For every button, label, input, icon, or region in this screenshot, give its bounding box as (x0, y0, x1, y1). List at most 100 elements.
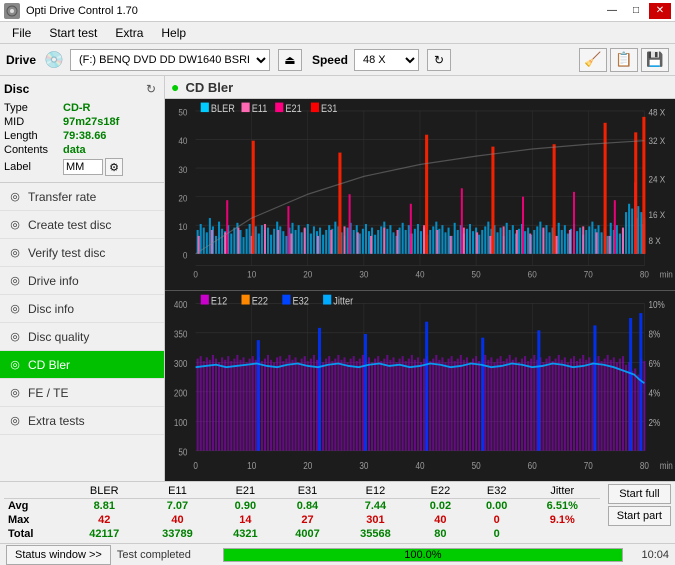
stat-max-e12: 301 (339, 513, 413, 527)
disc-refresh-button[interactable]: ↻ (142, 80, 160, 98)
stat-total-e12: 35568 (339, 527, 413, 541)
sidebar-menu: ◎ Transfer rate ◎ Create test disc ◎ Ver… (0, 183, 164, 435)
sidebar-item-label: Drive info (28, 274, 79, 288)
sidebar-item-disc-quality[interactable]: ◎ Disc quality (0, 323, 164, 351)
svg-text:100: 100 (174, 417, 188, 428)
menu-file[interactable]: File (4, 24, 39, 42)
sidebar-item-label: Verify test disc (28, 246, 105, 260)
sidebar-item-label: Disc quality (28, 330, 89, 344)
stat-max-e21: 14 (214, 513, 276, 527)
drive-select[interactable]: (F:) BENQ DVD DD DW1640 BSRB (70, 49, 270, 71)
erase-button[interactable]: 🧹 (579, 48, 607, 72)
sidebar-item-label: CD Bler (28, 358, 70, 372)
length-label: Length (4, 130, 59, 142)
stat-col-e11: E11 (141, 484, 215, 499)
sidebar-item-create-test-disc[interactable]: ◎ Create test disc (0, 211, 164, 239)
chart-header: ● CD Bler (165, 76, 675, 99)
svg-text:30: 30 (359, 269, 368, 280)
sidebar-item-label: Extra tests (28, 414, 85, 428)
svg-text:50: 50 (178, 446, 187, 457)
stats-bar: BLER E11 E21 E31 E12 E22 E32 Jitter Avg … (0, 481, 675, 543)
sidebar-item-transfer-rate[interactable]: ◎ Transfer rate (0, 183, 164, 211)
svg-text:20: 20 (178, 193, 187, 204)
disc-title: Disc (4, 82, 29, 96)
sidebar-item-label: Create test disc (28, 218, 111, 232)
svg-text:10%: 10% (648, 299, 664, 310)
stat-label-total: Total (4, 527, 68, 541)
label-input[interactable] (63, 159, 103, 175)
mid-label: MID (4, 116, 59, 128)
stat-avg-e32: 0.00 (469, 499, 525, 514)
minimize-button[interactable]: — (601, 3, 623, 19)
titlebar: Opti Drive Control 1.70 — □ ✕ (0, 0, 675, 22)
stat-col-bler: BLER (68, 484, 141, 499)
content-area: ● CD Bler (165, 76, 675, 481)
svg-text:80: 80 (640, 460, 649, 471)
stat-col-e32: E32 (469, 484, 525, 499)
eject-button[interactable]: ⏏ (278, 49, 302, 71)
svg-text:48 X: 48 X (648, 107, 665, 118)
save-button[interactable]: 💾 (641, 48, 669, 72)
start-part-button[interactable]: Start part (608, 506, 671, 526)
svg-text:24 X: 24 X (648, 174, 665, 185)
svg-text:70: 70 (584, 460, 593, 471)
stat-total-e21: 4321 (214, 527, 276, 541)
type-label: Type (4, 102, 59, 114)
refresh-speed-button[interactable]: ↻ (427, 49, 451, 71)
stat-label-max: Max (4, 513, 68, 527)
sidebar-item-fe-te[interactable]: ◎ FE / TE (0, 379, 164, 407)
extra-tests-icon: ◎ (8, 414, 22, 428)
sidebar-item-disc-info[interactable]: ◎ Disc info (0, 295, 164, 323)
svg-text:min: min (660, 460, 673, 471)
label-gear-button[interactable]: ⚙ (105, 158, 123, 176)
sidebar-item-label: Transfer rate (28, 190, 96, 204)
drive-label: Drive (6, 53, 36, 67)
svg-text:350: 350 (174, 328, 188, 339)
stat-avg-jitter: 6.51% (525, 499, 600, 514)
close-button[interactable]: ✕ (649, 3, 671, 19)
status-text: Test completed (117, 549, 217, 561)
sidebar-item-drive-info[interactable]: ◎ Drive info (0, 267, 164, 295)
stat-max-bler: 42 (68, 513, 141, 527)
svg-text:E12: E12 (211, 295, 228, 307)
sidebar-item-extra-tests[interactable]: ◎ Extra tests (0, 407, 164, 435)
maximize-button[interactable]: □ (625, 3, 647, 19)
app-title: Opti Drive Control 1.70 (26, 5, 138, 17)
svg-text:0: 0 (193, 460, 198, 471)
svg-text:50: 50 (178, 107, 187, 118)
stat-max-jitter: 9.1% (525, 513, 600, 527)
stat-col-label (4, 484, 68, 499)
svg-text:10: 10 (178, 221, 187, 232)
stat-avg-e22: 0.02 (412, 499, 468, 514)
copy-button[interactable]: 📋 (610, 48, 638, 72)
sidebar-item-cd-bler[interactable]: ◎ CD Bler (0, 351, 164, 379)
svg-text:6%: 6% (648, 358, 660, 369)
speed-select[interactable]: 48 X (354, 49, 419, 71)
svg-text:min: min (660, 269, 673, 280)
charts-container: BLER E11 E21 E31 50 40 30 20 10 0 0 (165, 99, 675, 481)
bottom-chart-area: E12 E22 E32 Jitter 400 350 300 200 100 5… (165, 291, 675, 482)
fe-te-icon: ◎ (8, 386, 22, 400)
stat-max-e32: 0 (469, 513, 525, 527)
svg-text:16 X: 16 X (648, 209, 665, 220)
menu-help[interactable]: Help (153, 24, 194, 42)
start-full-button[interactable]: Start full (608, 484, 671, 504)
svg-text:Jitter: Jitter (333, 295, 353, 307)
svg-text:E11: E11 (252, 104, 268, 116)
svg-text:80: 80 (640, 269, 649, 280)
stat-max-e22: 40 (412, 513, 468, 527)
svg-text:30: 30 (359, 460, 368, 471)
svg-text:BLER: BLER (211, 104, 235, 116)
chart-title: CD Bler (185, 80, 233, 95)
bottom-chart-svg: E12 E22 E32 Jitter 400 350 300 200 100 5… (165, 291, 675, 482)
time-text: 10:04 (629, 549, 669, 561)
svg-text:0: 0 (193, 269, 198, 280)
sidebar-item-verify-test-disc[interactable]: ◎ Verify test disc (0, 239, 164, 267)
svg-text:2%: 2% (648, 417, 660, 428)
menu-start-test[interactable]: Start test (41, 24, 105, 42)
status-window-button[interactable]: Status window >> (6, 545, 111, 565)
app-icon (4, 3, 20, 19)
speed-label: Speed (312, 53, 348, 67)
stat-row-max: Max 42 40 14 27 301 40 0 9.1% (4, 513, 600, 527)
menu-extra[interactable]: Extra (107, 24, 151, 42)
